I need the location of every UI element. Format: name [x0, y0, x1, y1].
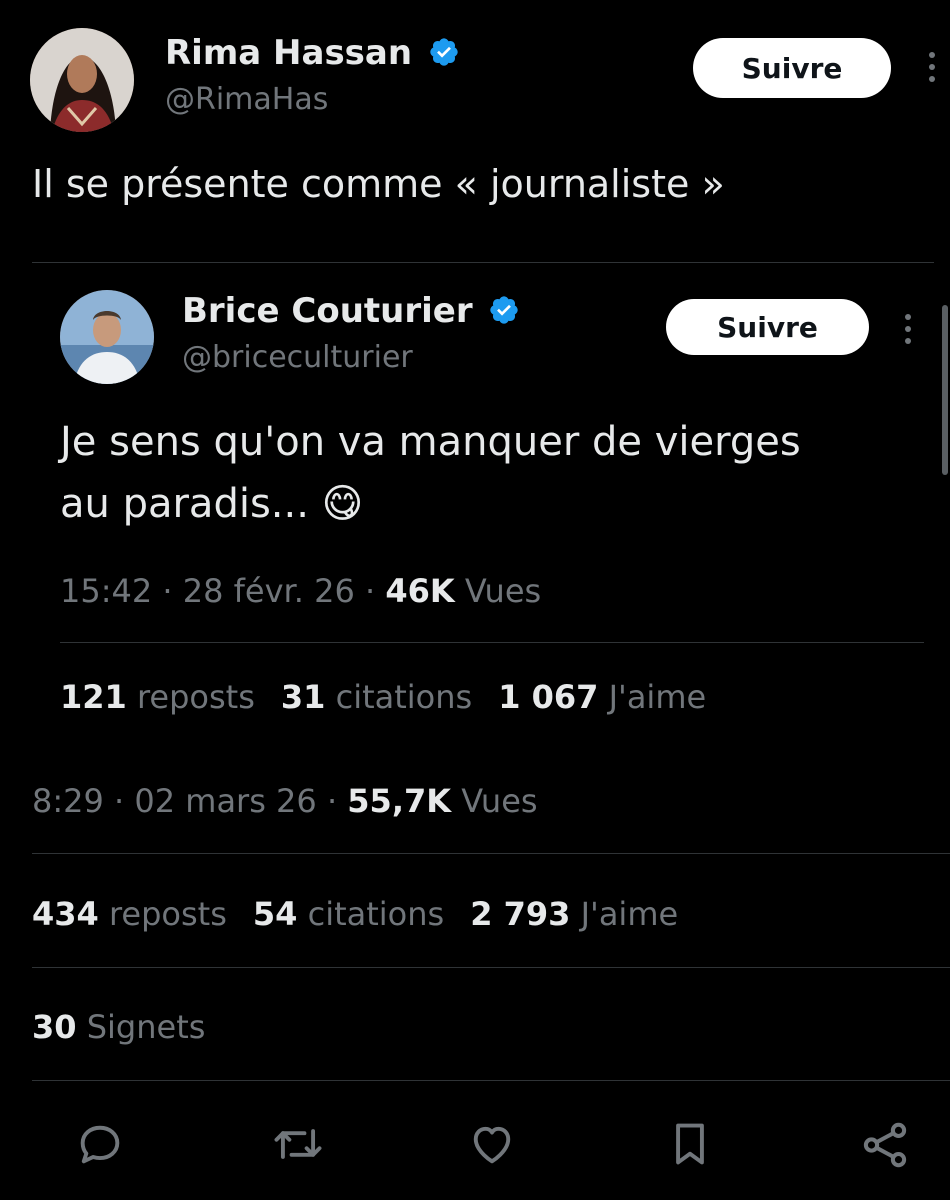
quoted-author-name-text: Brice Couturier: [182, 291, 473, 331]
quoted-author-handle[interactable]: @briceculturier: [182, 338, 413, 378]
likes[interactable]: 2 793 J'aime: [470, 895, 678, 933]
quote-top-border: [32, 262, 934, 263]
bookmark-icon[interactable]: [664, 1118, 716, 1170]
quoted-more-options-icon[interactable]: [900, 314, 916, 348]
quoted-tweet-text-line2-text: au paradis...: [60, 481, 309, 527]
quoted-views-count: 46K: [385, 572, 455, 610]
quoted-tweet-meta: 15:42 · 28 févr. 26 · 46K Vues: [60, 572, 542, 610]
quoted-divider: [60, 642, 924, 643]
quoted-reposts[interactable]: 121 reposts: [60, 678, 255, 716]
author-name[interactable]: Rima Hassan: [165, 32, 460, 74]
quoted-tweet-text-line1: Je sens qu'on va manquer de vierges: [60, 419, 801, 465]
like-icon[interactable]: [466, 1118, 518, 1170]
quoted-likes[interactable]: 1 067 J'aime: [498, 678, 706, 716]
follow-button[interactable]: Suivre: [693, 38, 891, 98]
tongue-out-emoji-icon: 😋: [321, 481, 364, 527]
quotes[interactable]: 54 citations: [253, 895, 444, 933]
author-handle[interactable]: @RimaHas: [165, 80, 328, 120]
verified-badge-icon: [490, 295, 519, 324]
divider: [32, 1080, 950, 1081]
quoted-author-name[interactable]: Brice Couturier: [182, 290, 520, 332]
avatar-rima-hassan[interactable]: [30, 28, 134, 132]
reposts[interactable]: 434 reposts: [32, 895, 227, 933]
quoted-tweet-text-line2: au paradis... 😋: [60, 478, 363, 530]
avatar-image: [30, 28, 134, 132]
tweet-stats: 434 reposts 54 citations 2 793 J'aime: [32, 893, 678, 935]
quoted-tweet-stats: 121 reposts 31 citations 1 067 J'aime: [60, 676, 706, 718]
verified-badge-icon: [430, 37, 458, 66]
tweet-meta: 8:29 · 02 mars 26 · 55,7K Vues: [32, 782, 538, 820]
divider: [32, 967, 950, 968]
divider: [32, 853, 950, 854]
repost-icon[interactable]: [270, 1118, 326, 1170]
tweet-text: Il se présente comme « journaliste »: [32, 162, 725, 206]
more-options-icon[interactable]: [924, 52, 940, 86]
bookmarks-label: Signets: [86, 1008, 206, 1046]
quoted-quotes[interactable]: 31 citations: [281, 678, 472, 716]
tweet-time: 8:29: [32, 782, 104, 820]
bookmarks-count: 30: [32, 1008, 77, 1046]
quoted-date: 28 févr. 26: [182, 572, 355, 610]
share-icon[interactable]: [858, 1118, 912, 1172]
quoted-time: 15:42: [60, 572, 153, 610]
quoted-views-label: Vues: [464, 572, 542, 610]
scrollbar[interactable]: [942, 305, 948, 475]
reply-icon[interactable]: [74, 1118, 126, 1170]
tweet-date: 02 mars 26: [134, 782, 317, 820]
author-name-text: Rima Hassan: [165, 33, 413, 73]
avatar-image: [60, 290, 154, 384]
bookmarks-stat[interactable]: 30 Signets: [32, 1006, 205, 1048]
quoted-follow-button[interactable]: Suivre: [666, 299, 869, 355]
tweet-views-label: Vues: [461, 782, 538, 820]
tweet-views-count: 55,7K: [347, 782, 452, 820]
avatar-brice-couturier[interactable]: [60, 290, 154, 384]
